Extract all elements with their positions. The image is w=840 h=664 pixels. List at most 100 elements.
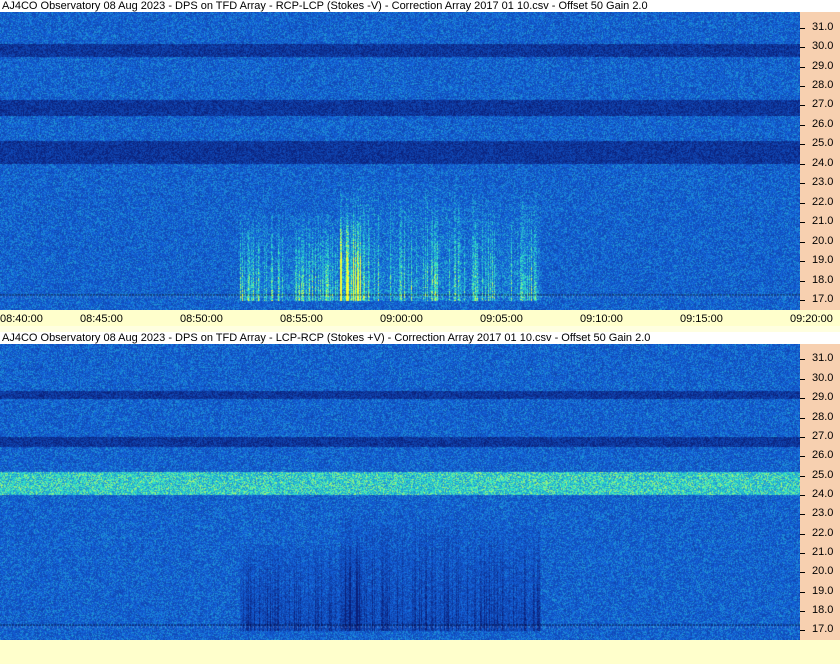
y-tick-mark [800, 66, 805, 68]
y-tick-mark [800, 183, 805, 185]
x-tick-label: 08:50:00 [180, 313, 223, 325]
y-tick-label: 20.0 [812, 234, 834, 247]
bottom-spectrogram-canvas [0, 344, 800, 640]
y-tick: 20.0 [800, 565, 840, 577]
bottom-spectrogram [0, 344, 800, 640]
x-tick-label: 09:15:00 [680, 313, 723, 325]
y-tick-mark [800, 280, 805, 282]
y-tick-label: 23.0 [812, 507, 834, 520]
y-tick-label: 30.0 [812, 40, 834, 53]
y-tick: 26.0 [800, 449, 840, 461]
y-tick: 23.0 [800, 176, 840, 188]
x-tick-label: 09:10:00 [580, 313, 623, 325]
y-tick: 19.0 [800, 585, 840, 597]
y-tick-label: 23.0 [812, 176, 834, 189]
y-tick-mark [800, 124, 805, 126]
y-tick-mark [800, 572, 805, 574]
y-tick: 24.0 [800, 488, 840, 500]
y-tick-mark [800, 533, 805, 535]
bottom-panel-title: AJ4CO Observatory 08 Aug 2023 - DPS on T… [0, 332, 840, 344]
y-tick-label: 22.0 [812, 526, 834, 539]
y-tick-label: 28.0 [812, 79, 834, 91]
y-tick-label: 29.0 [812, 391, 834, 404]
y-tick-mark [800, 514, 805, 516]
y-tick-label: 28.0 [812, 410, 834, 423]
y-tick-mark [800, 47, 805, 49]
y-tick-mark [800, 359, 805, 361]
y-tick: 17.0 [800, 623, 840, 635]
x-tick-label: 08:40:00 [0, 313, 43, 325]
y-tick: 30.0 [800, 40, 840, 52]
y-tick-mark [800, 163, 805, 165]
top-frequency-axis: 31.0 30.0 29.0 28.0 27.0 26.0 25.0 24.0 23.0 22.0… [800, 12, 840, 310]
y-tick: 25.0 [800, 469, 840, 481]
y-tick-label: 31.0 [812, 352, 834, 365]
y-tick: 26.0 [800, 118, 840, 130]
y-tick: 23.0 [800, 507, 840, 519]
y-tick-label: 26.0 [812, 449, 834, 462]
y-tick-label: 26.0 [812, 117, 834, 130]
y-tick: 27.0 [800, 430, 840, 442]
y-tick-mark [800, 475, 805, 477]
y-tick-mark [800, 222, 805, 224]
y-tick: 21.0 [800, 215, 840, 227]
y-tick: 25.0 [800, 137, 840, 149]
top-spectrogram-canvas [0, 12, 800, 310]
x-tick-label: 08:45:00 [80, 313, 123, 325]
y-tick-mark [800, 144, 805, 146]
y-tick: 28.0 [800, 411, 840, 423]
top-spectrogram [0, 12, 800, 310]
y-tick-mark [800, 436, 805, 438]
y-tick: 29.0 [800, 391, 840, 403]
y-tick: 18.0 [800, 274, 840, 286]
y-tick-mark [800, 378, 805, 380]
y-tick: 29.0 [800, 60, 840, 72]
y-tick: 22.0 [800, 527, 840, 539]
y-tick-mark [800, 630, 805, 632]
y-tick-label: 25.0 [812, 137, 834, 150]
y-tick-mark [800, 261, 805, 263]
y-tick-label: 17.0 [812, 623, 834, 636]
y-tick-label: 31.0 [812, 20, 834, 33]
bottom-axis-strip [0, 640, 840, 664]
y-tick-label: 27.0 [812, 429, 834, 442]
y-tick-mark [800, 86, 805, 87]
y-tick-mark [800, 202, 805, 204]
y-tick-mark [800, 456, 805, 458]
y-tick-mark [800, 417, 805, 419]
y-tick: 27.0 [800, 98, 840, 110]
y-tick-label: 30.0 [812, 371, 834, 384]
y-tick: 31.0 [800, 352, 840, 364]
y-tick-label: 24.0 [812, 156, 834, 169]
y-tick: 30.0 [800, 372, 840, 384]
y-tick-mark [800, 105, 805, 107]
y-tick: 24.0 [800, 157, 840, 169]
x-tick-label: 09:00:00 [380, 313, 423, 325]
y-tick-label: 21.0 [812, 215, 834, 228]
y-tick-label: 17.0 [812, 293, 834, 306]
y-tick-label: 19.0 [812, 584, 834, 597]
y-tick-label: 29.0 [812, 59, 834, 72]
y-tick-label: 21.0 [812, 545, 834, 558]
top-panel-title: AJ4CO Observatory 08 Aug 2023 - DPS on T… [0, 0, 840, 12]
y-tick-label: 25.0 [812, 468, 834, 481]
y-tick: 22.0 [800, 196, 840, 208]
x-tick-label: 08:55:00 [280, 313, 323, 325]
time-axis: 08:40:00 08:45:00 08:50:00 08:55:00 09:00:00… [0, 310, 840, 326]
y-tick: 31.0 [800, 21, 840, 33]
y-tick-label: 27.0 [812, 98, 834, 111]
y-tick: 19.0 [800, 254, 840, 266]
bottom-frequency-axis: 31.0 30.0 29.0 28.0 27.0 26.0 25.0 24.0 23.0 22.0… [800, 344, 840, 640]
x-tick-label: 09:05:00 [480, 313, 523, 325]
y-tick-mark [800, 591, 805, 593]
y-tick-label: 18.0 [812, 603, 834, 616]
y-tick: 28.0 [800, 79, 840, 91]
y-tick-mark [800, 610, 805, 612]
y-tick-mark [800, 27, 805, 29]
x-tick-label: 09:20:00 [790, 313, 833, 325]
y-tick-mark [800, 398, 805, 400]
y-tick-label: 20.0 [812, 565, 834, 578]
y-tick: 21.0 [800, 546, 840, 558]
y-tick-label: 22.0 [812, 195, 834, 208]
y-tick-mark [800, 494, 805, 496]
